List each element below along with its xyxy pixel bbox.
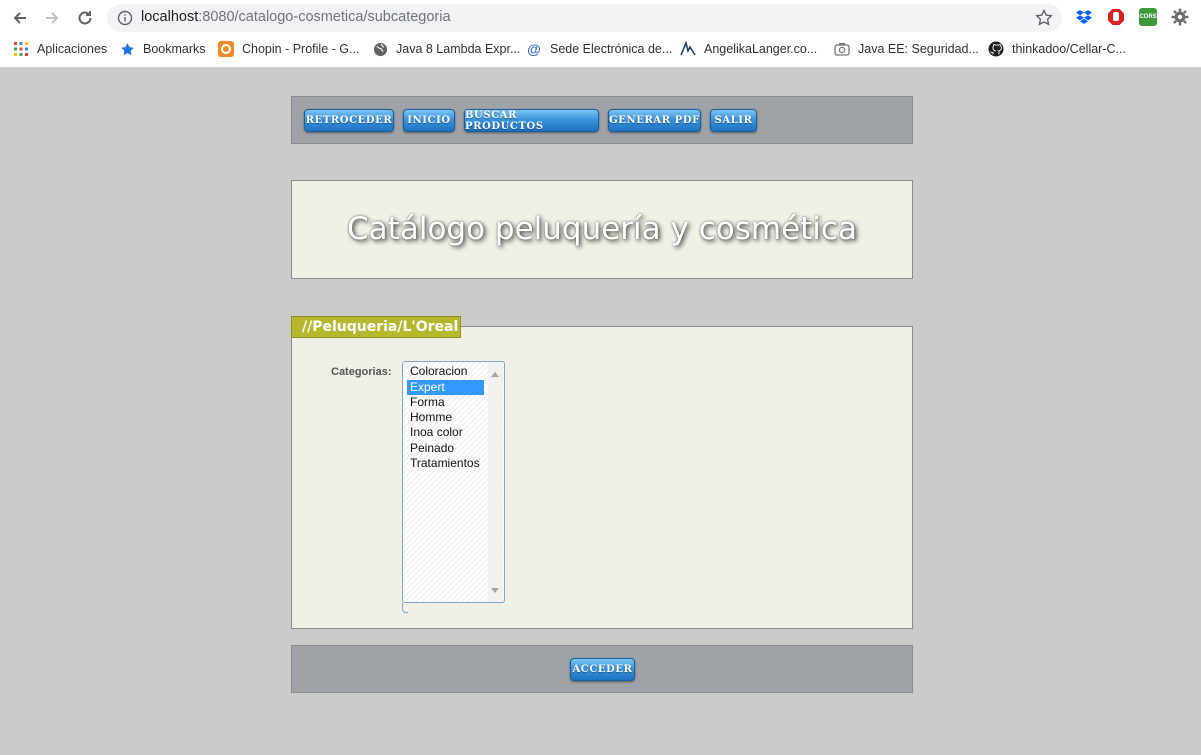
gear-extension-icon[interactable]	[1171, 8, 1189, 26]
option-inoa-color[interactable]: Inoa color	[407, 425, 484, 440]
arrow-right-icon	[46, 12, 59, 24]
bookmark-label: Chopin - Profile - G...	[242, 42, 360, 56]
toolbar-panel: RETROCEDER INICIO BUSCAR PRODUCTOS GENER…	[291, 96, 913, 144]
reload-icon	[78, 11, 92, 25]
back-button[interactable]	[8, 6, 32, 30]
url-host: localhost	[141, 9, 199, 25]
apps-grid-icon	[13, 41, 29, 57]
reload-button[interactable]	[73, 6, 97, 30]
at-icon: @	[527, 41, 541, 57]
cors-label: CORS	[1139, 14, 1157, 20]
url-text: localhost:8080/catalogo-cosmetica/subcat…	[141, 9, 451, 25]
bookmark-label: Aplicaciones	[37, 42, 108, 56]
bookmark-java8-lambda[interactable]: Java 8 Lambda Expr...	[372, 38, 520, 60]
bookmarks-bar: Aplicaciones Bookmarks Chopin - Profile …	[0, 38, 1201, 60]
bookmark-label: Java 8 Lambda Expr...	[396, 42, 521, 56]
bookmark-sede-electronica[interactable]: @ Sede Electrónica de...	[526, 38, 672, 60]
bookmark-label: thinkadoo/Cellar-C...	[1012, 42, 1126, 56]
address-bar[interactable]: localhost:8080/catalogo-cosmetica/subcat…	[107, 4, 1062, 32]
footer-panel: ACCEDER	[291, 645, 913, 693]
listbox-resize-edge	[402, 603, 408, 613]
bookmark-angelikalanger[interactable]: AngelikaLanger.co...	[680, 38, 817, 60]
cors-extension-icon[interactable]: CORS	[1139, 8, 1157, 26]
page-title: Catálogo peluquería y cosmética	[347, 211, 857, 247]
retroceder-button[interactable]: RETROCEDER	[304, 109, 394, 132]
browser-chrome: localhost:8080/catalogo-cosmetica/subcat…	[0, 0, 1201, 68]
angelika-icon	[680, 41, 696, 57]
bookmark-label: AngelikaLanger.co...	[704, 42, 818, 56]
bookmark-label: Sede Electrónica de...	[550, 42, 673, 56]
option-coloracion[interactable]: Coloracion	[407, 364, 484, 379]
scroll-up-arrow-icon[interactable]	[491, 372, 499, 377]
chopin-icon	[218, 41, 234, 57]
forward-button[interactable]	[40, 6, 64, 30]
camera-icon	[834, 41, 850, 57]
star-icon	[119, 41, 135, 57]
option-expert[interactable]: Expert	[407, 379, 484, 395]
bookmark-bookmarks[interactable]: Bookmarks	[119, 38, 206, 60]
inicio-button[interactable]: INICIO	[403, 109, 455, 132]
option-tratamientos[interactable]: Tratamientos	[407, 456, 484, 471]
bookmark-chopin[interactable]: Chopin - Profile - G...	[218, 38, 359, 60]
bookmark-star-icon[interactable]	[1034, 8, 1054, 28]
option-peinado[interactable]: Peinado	[407, 441, 484, 456]
info-icon[interactable]	[117, 10, 133, 26]
option-homme[interactable]: Homme	[407, 410, 484, 425]
url-path: :8080/catalogo-cosmetica/subcategoria	[198, 9, 451, 25]
generar-pdf-button[interactable]: GENERAR PDF	[608, 109, 701, 132]
salir-button[interactable]: SALIR	[710, 109, 757, 132]
bookmark-thinkadoo[interactable]: thinkadoo/Cellar-C...	[988, 38, 1126, 60]
listbox-scrollbar[interactable]	[488, 363, 503, 601]
scroll-down-arrow-icon[interactable]	[491, 588, 499, 593]
bookmark-label: Bookmarks	[143, 42, 206, 56]
bookmark-java-ee[interactable]: Java EE: Seguridad...	[834, 38, 979, 60]
globe-icon	[372, 41, 388, 57]
breadcrumb: //Peluqueria/L'Oreal	[291, 316, 461, 338]
github-icon	[988, 41, 1004, 57]
option-forma[interactable]: Forma	[407, 395, 484, 410]
header-panel: Catálogo peluquería y cosmética	[291, 180, 913, 279]
bookmark-aplicaciones[interactable]: Aplicaciones	[13, 38, 107, 60]
acceder-button[interactable]: ACCEDER	[570, 658, 635, 681]
categorias-label: Categorias:	[331, 366, 392, 378]
adblock-icon[interactable]	[1107, 8, 1125, 26]
arrow-left-icon	[13, 12, 26, 24]
buscar-productos-button[interactable]: BUSCAR PRODUCTOS	[464, 109, 599, 132]
categorias-listbox[interactable]: Coloracion Expert Forma Homme Inoa color…	[402, 361, 505, 603]
bookmark-label: Java EE: Seguridad...	[858, 42, 979, 56]
dropbox-icon[interactable]	[1075, 8, 1093, 26]
